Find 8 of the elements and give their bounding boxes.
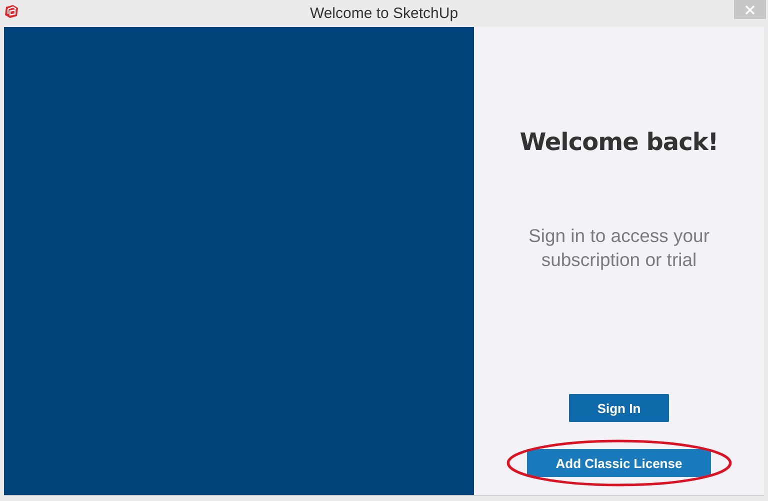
license-button[interactable]: Add Classic License	[526, 449, 712, 477]
welcome-heading: Welcome back!	[520, 128, 718, 156]
app-logo-icon	[4, 4, 19, 19]
sign-in-button[interactable]: Sign In	[569, 394, 669, 422]
close-button[interactable]	[734, 0, 766, 19]
close-icon	[745, 4, 755, 14]
window-title: Welcome to SketchUp	[308, 5, 460, 22]
sign-in-message: Sign in to access your subscription or trial	[528, 224, 710, 272]
